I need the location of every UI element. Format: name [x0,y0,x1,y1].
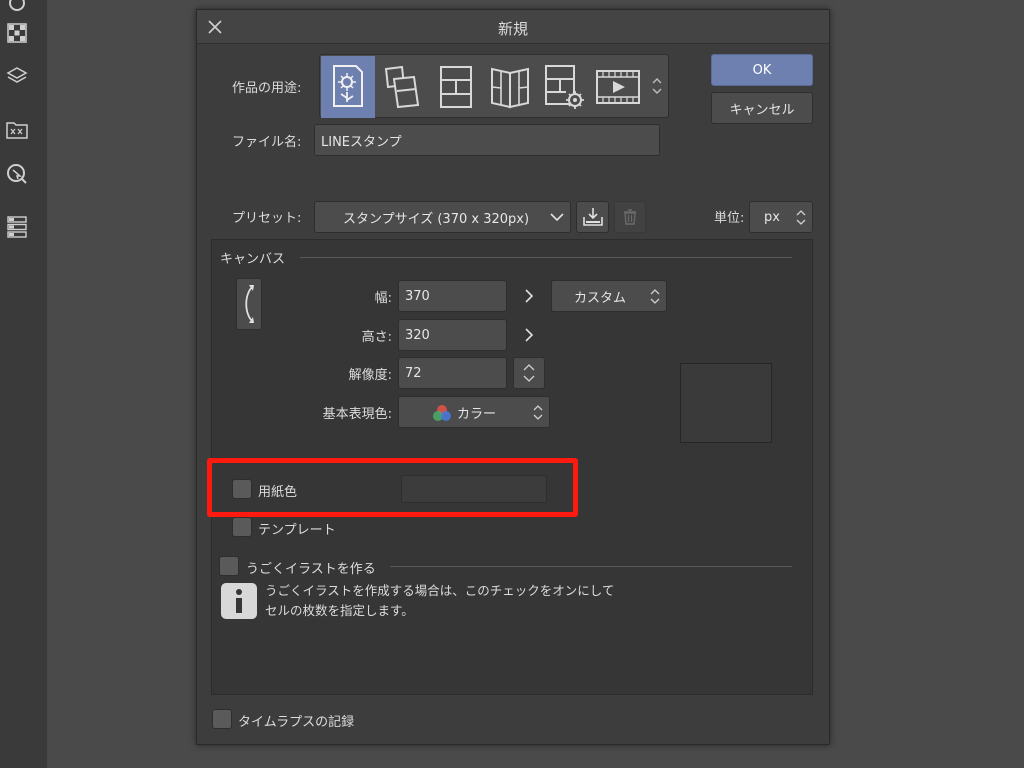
chevron-down-icon [523,375,535,382]
unit-spinner[interactable] [794,202,808,232]
new-file-dialog: 新規 作品の用途: OK キャンセル ファイル名: LINEスタンプ プリセット… [196,9,830,745]
partial-tool-icon[interactable] [4,0,30,16]
usage-scroll[interactable] [646,55,668,117]
comic-icon [384,65,420,109]
usage-option-book[interactable] [483,56,537,118]
grid-palette-icon[interactable] [4,20,30,46]
download-icon [582,208,603,226]
info-icon [221,583,257,619]
chevron-right-icon[interactable] [524,328,534,342]
section-divider [300,257,792,258]
animated-illustration-checkbox[interactable] [219,556,239,576]
save-preset-button[interactable] [576,201,609,233]
info-text-line2: セルの枚数を指定します。 [265,603,414,618]
trash-icon [624,209,636,225]
template-checkbox[interactable] [232,517,252,537]
preset-value: スタンプサイズ (370 x 320px) [343,211,530,227]
usage-label: 作品の用途: [232,81,302,96]
material-folder-icon[interactable] [4,117,30,143]
animation-icon [596,70,640,104]
color-mode-icon [433,405,451,421]
size-preset-select[interactable]: カスタム [551,280,667,312]
chevron-down-icon [650,298,660,304]
timelapse-label: タイムラプスの記録 [238,715,355,730]
filename-input[interactable]: LINEスタンプ [314,124,660,156]
usage-selector [319,54,669,118]
color-mode-label: 基本表現色: [322,407,392,422]
size-preset-spinner[interactable] [648,281,662,311]
height-input[interactable]: 320 [398,319,507,351]
ok-button[interactable]: OK [711,54,813,86]
filename-label: ファイル名: [232,135,302,150]
template-label: テンプレート [258,523,336,538]
width-input[interactable]: 370 [398,280,507,312]
left-toolbar [0,0,47,768]
preset-label: プリセット: [232,211,302,226]
size-preset-value: カスタム [574,290,627,306]
unit-select[interactable]: px [749,201,813,233]
usage-option-comic[interactable] [375,56,429,118]
chevron-up-icon[interactable] [652,77,662,84]
comic-page-icon [440,66,472,108]
usage-option-illustration[interactable] [321,56,375,118]
resolution-spinner[interactable] [513,357,545,389]
width-label: 幅: [374,291,392,306]
animated-illustration-label: うごくイラストを作る [246,562,376,577]
dialog-titlebar: 新規 [197,10,829,44]
navigator-icon[interactable] [4,161,30,187]
canvas-preview [680,363,772,443]
swap-orientation-button[interactable] [236,278,262,330]
cancel-button[interactable]: キャンセル [711,92,813,124]
rotate-orientation-icon [245,285,254,323]
chevron-up-icon [796,209,806,215]
properties-list-icon[interactable] [4,214,30,240]
layers-icon[interactable] [4,63,30,89]
resolution-input[interactable]: 72 [398,357,507,389]
section-divider [390,566,792,567]
comic-settings-icon [545,65,584,109]
chevron-down-icon [533,414,543,420]
usage-option-animation[interactable] [591,56,645,118]
illustration-icon [333,65,363,107]
usage-option-comic-settings[interactable] [537,56,591,118]
dialog-title: 新規 [497,20,528,38]
chevron-right-icon[interactable] [524,289,534,303]
chevron-down-icon [550,213,564,222]
preset-select[interactable]: スタンプサイズ (370 x 320px) [314,201,571,233]
usage-option-comic-page[interactable] [429,56,483,118]
canvas-section-title: キャンバス [220,252,286,267]
chevron-down-icon[interactable] [652,88,662,95]
delete-preset-button[interactable] [614,201,646,233]
highlight-annotation [207,458,578,517]
unit-label: 単位: [714,211,745,226]
chevron-up-icon [650,288,660,294]
chevron-down-icon [796,219,806,225]
settings-panel: キャンバス 幅: 370 カスタム 高さ: 320 解像度: 72 基本表現色:… [207,239,813,695]
chevron-up-icon [523,364,535,371]
chevron-up-icon [533,404,543,410]
height-label: 高さ: [361,330,392,345]
resolution-label: 解像度: [348,368,392,383]
timelapse-checkbox[interactable] [212,709,232,729]
color-mode-value: カラー [457,406,497,422]
book-spread-icon [491,67,529,109]
info-text-line1: うごくイラストを作成する場合は、このチェックをオンにして [265,583,615,598]
unit-value: px [764,209,780,225]
color-mode-spinner[interactable] [531,397,545,427]
color-mode-select[interactable]: カラー [398,396,550,428]
